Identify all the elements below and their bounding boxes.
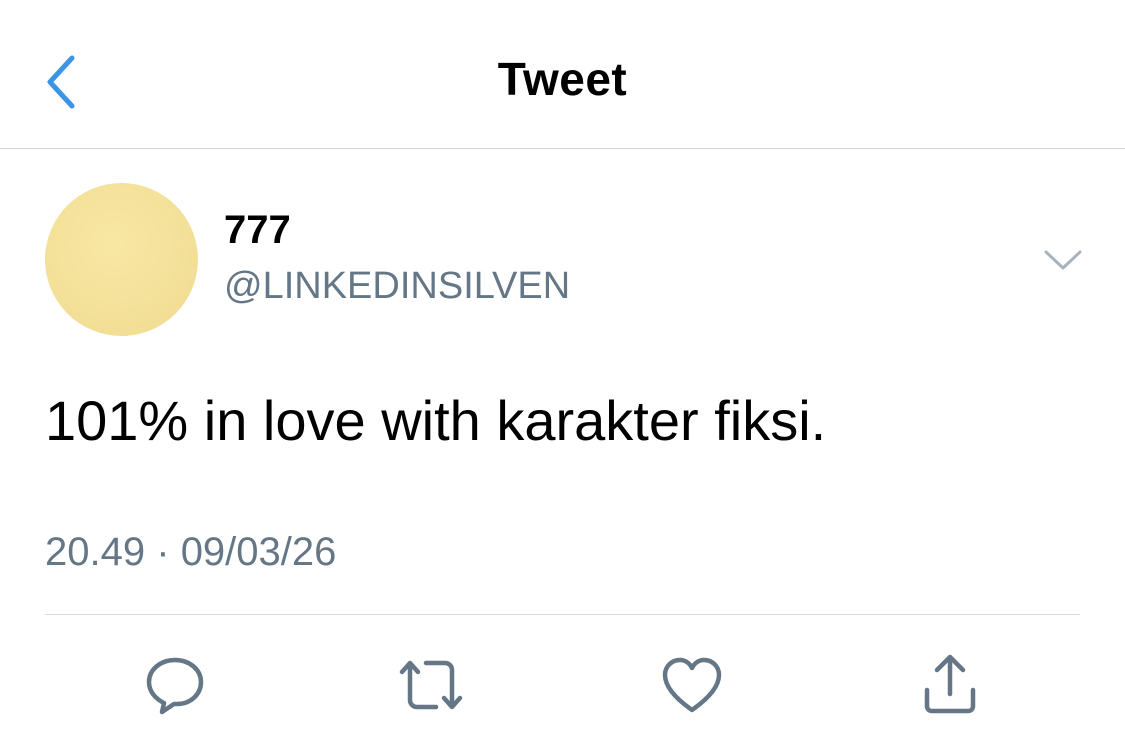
avatar[interactable] [45, 183, 198, 336]
more-options-button[interactable] [1038, 240, 1088, 280]
tweet-date: 09/03/26 [180, 530, 337, 574]
retweet-icon [399, 660, 463, 710]
tweet-text: 101% in love with karakter fiksi. [45, 389, 827, 452]
reply-icon [146, 657, 204, 715]
display-name[interactable]: 777 [224, 210, 291, 250]
nav-bar: Tweet [0, 0, 1125, 149]
retweet-button[interactable] [396, 650, 466, 720]
timestamp: 20.49 · 09/03/26 [45, 532, 336, 572]
divider [45, 614, 1080, 615]
like-icon [662, 657, 722, 713]
share-button[interactable] [915, 650, 985, 720]
like-button[interactable] [657, 650, 727, 720]
tweet-time: 20.49 [45, 530, 146, 574]
share-icon [924, 654, 976, 714]
reply-button[interactable] [140, 650, 210, 720]
user-handle[interactable]: @LINKEDINSILVEN [224, 267, 570, 305]
timestamp-separator: · [156, 530, 170, 574]
page-title: Tweet [497, 53, 628, 105]
chevron-down-icon [1044, 250, 1082, 270]
